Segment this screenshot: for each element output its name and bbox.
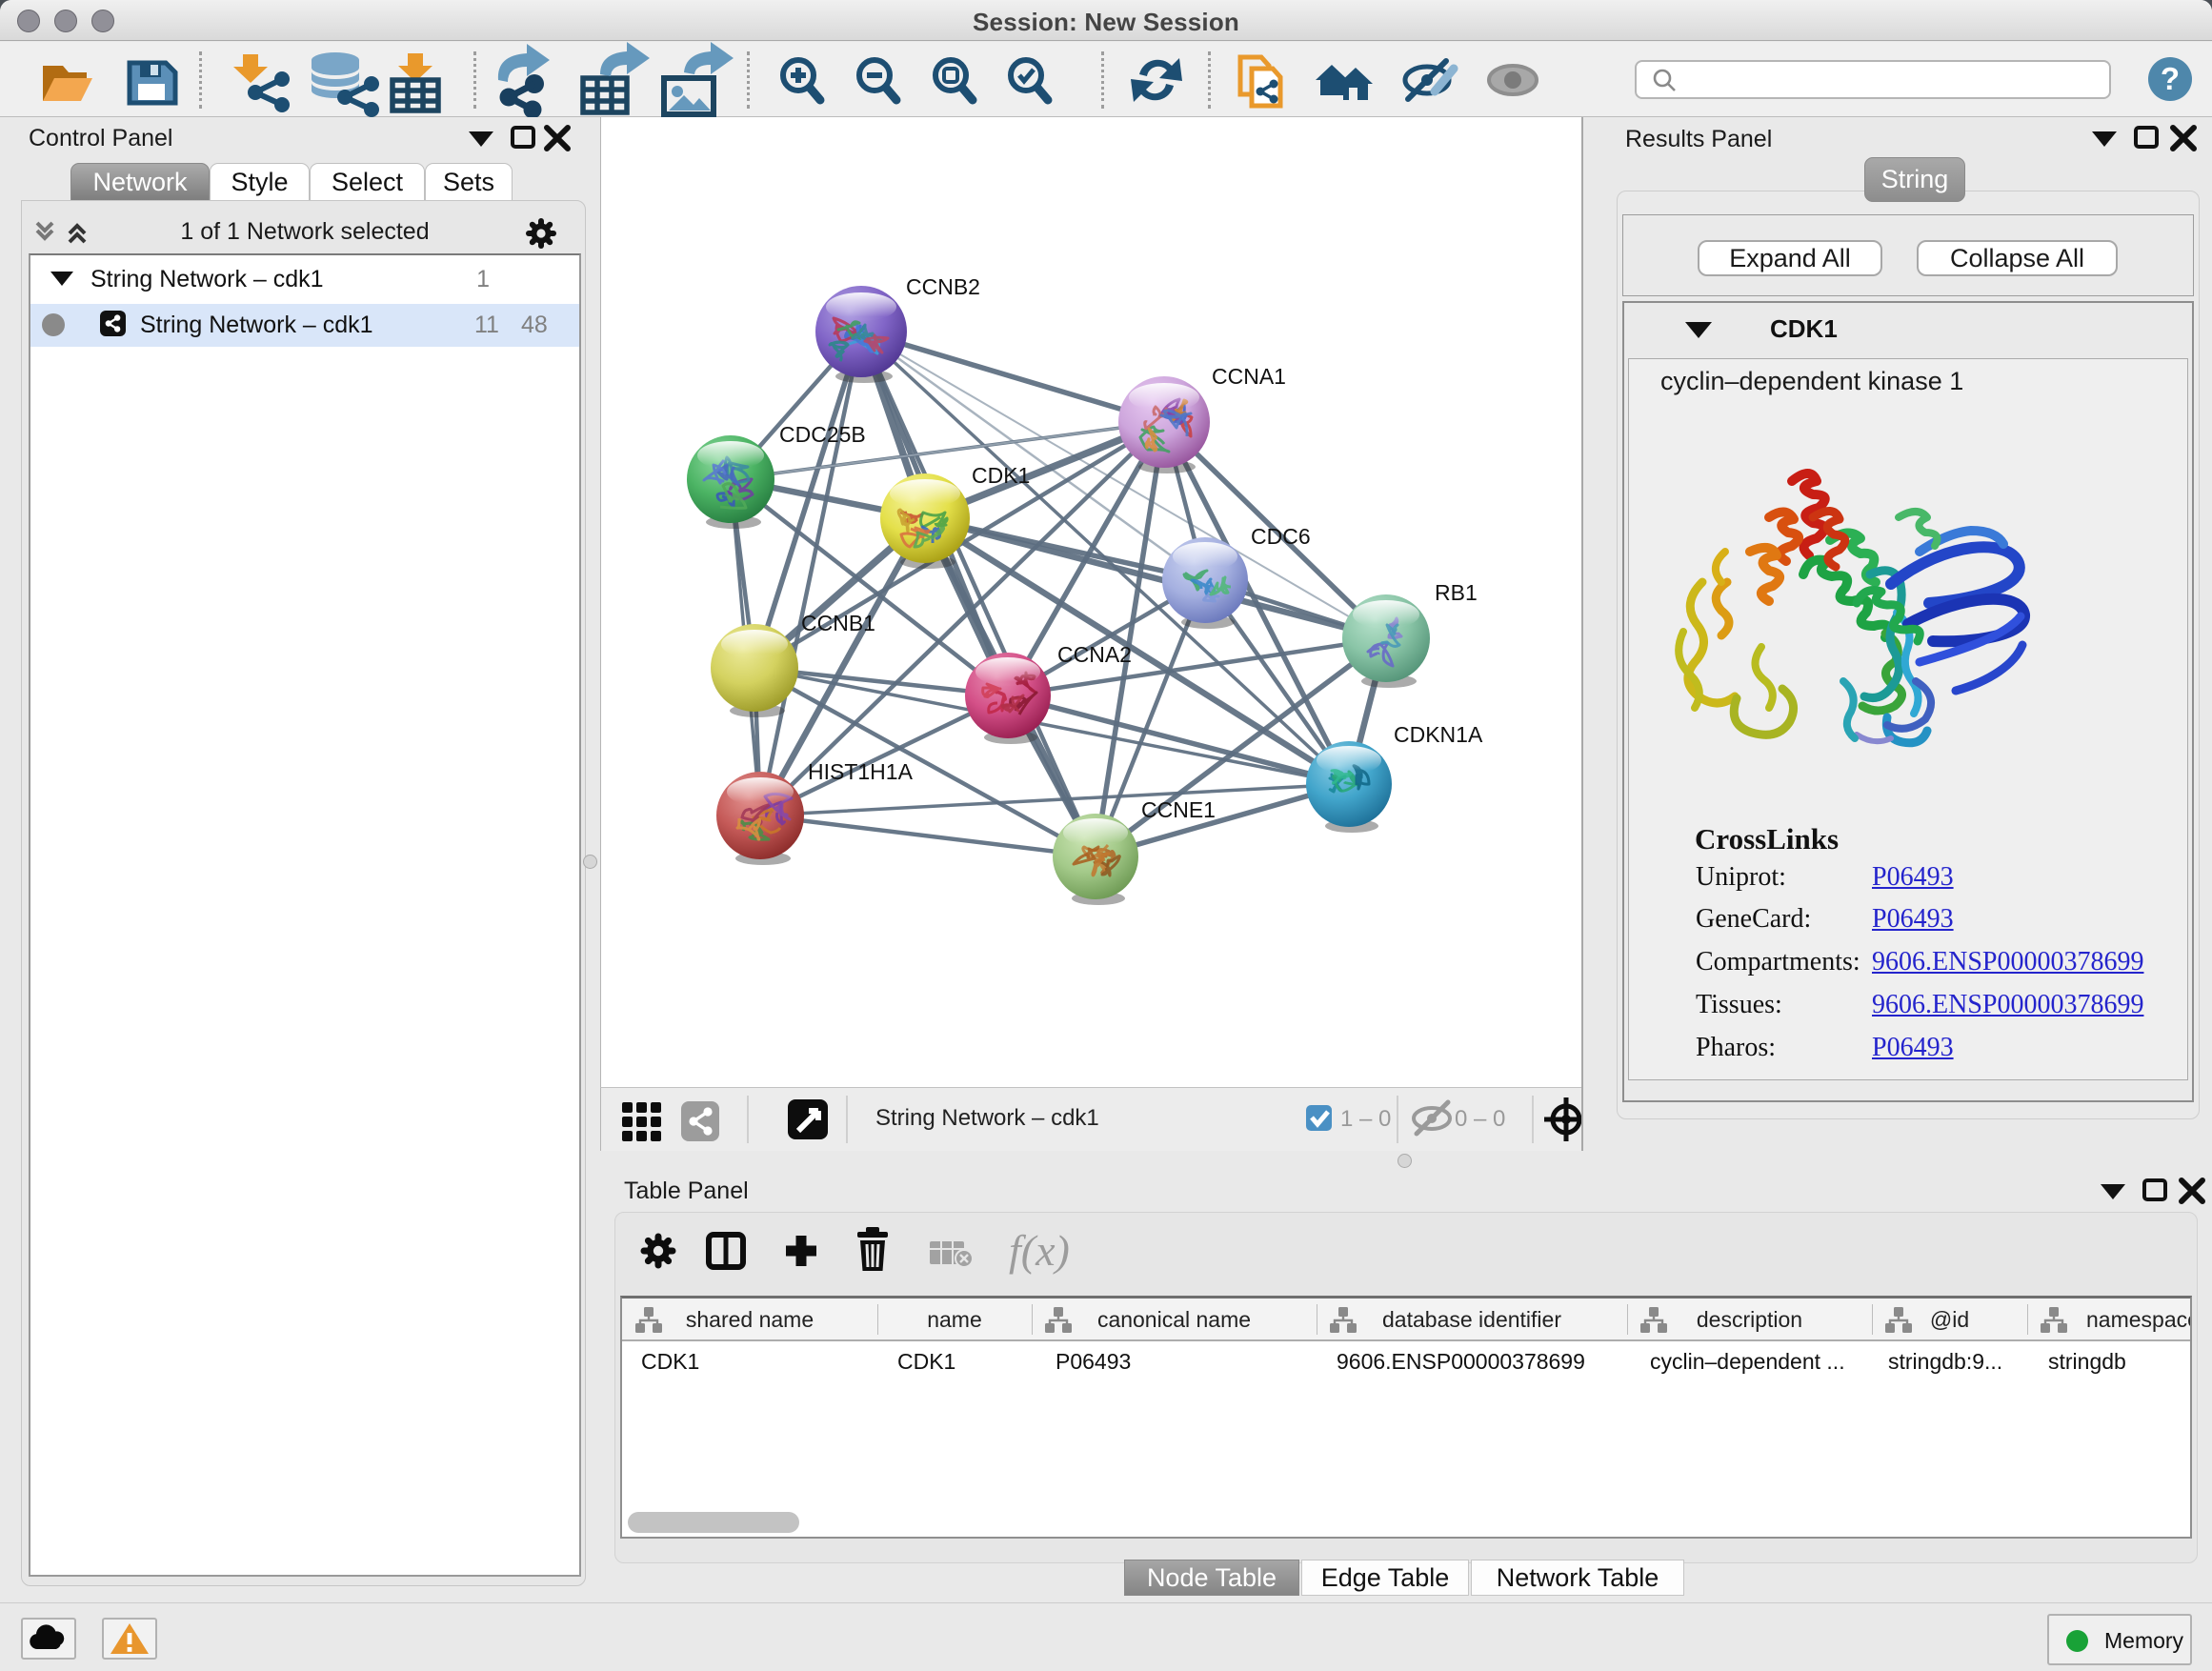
svg-text:CCNE1: CCNE1 bbox=[1141, 797, 1216, 822]
svg-text:CCNA1: CCNA1 bbox=[1212, 364, 1286, 389]
svg-text:CDC6: CDC6 bbox=[1251, 524, 1311, 549]
svg-text:HIST1H1A: HIST1H1A bbox=[808, 759, 914, 784]
svg-text:CDKN1A: CDKN1A bbox=[1394, 722, 1483, 747]
svg-text:CDK1: CDK1 bbox=[972, 463, 1030, 488]
svg-text:CCNB2: CCNB2 bbox=[906, 274, 980, 299]
svg-text:RB1: RB1 bbox=[1435, 580, 1478, 605]
svg-text:f(x): f(x) bbox=[1009, 1226, 1070, 1275]
svg-text:CCNA2: CCNA2 bbox=[1057, 642, 1132, 667]
svg-text:CCNB1: CCNB1 bbox=[801, 611, 875, 635]
svg-text:CDC25B: CDC25B bbox=[779, 422, 866, 447]
